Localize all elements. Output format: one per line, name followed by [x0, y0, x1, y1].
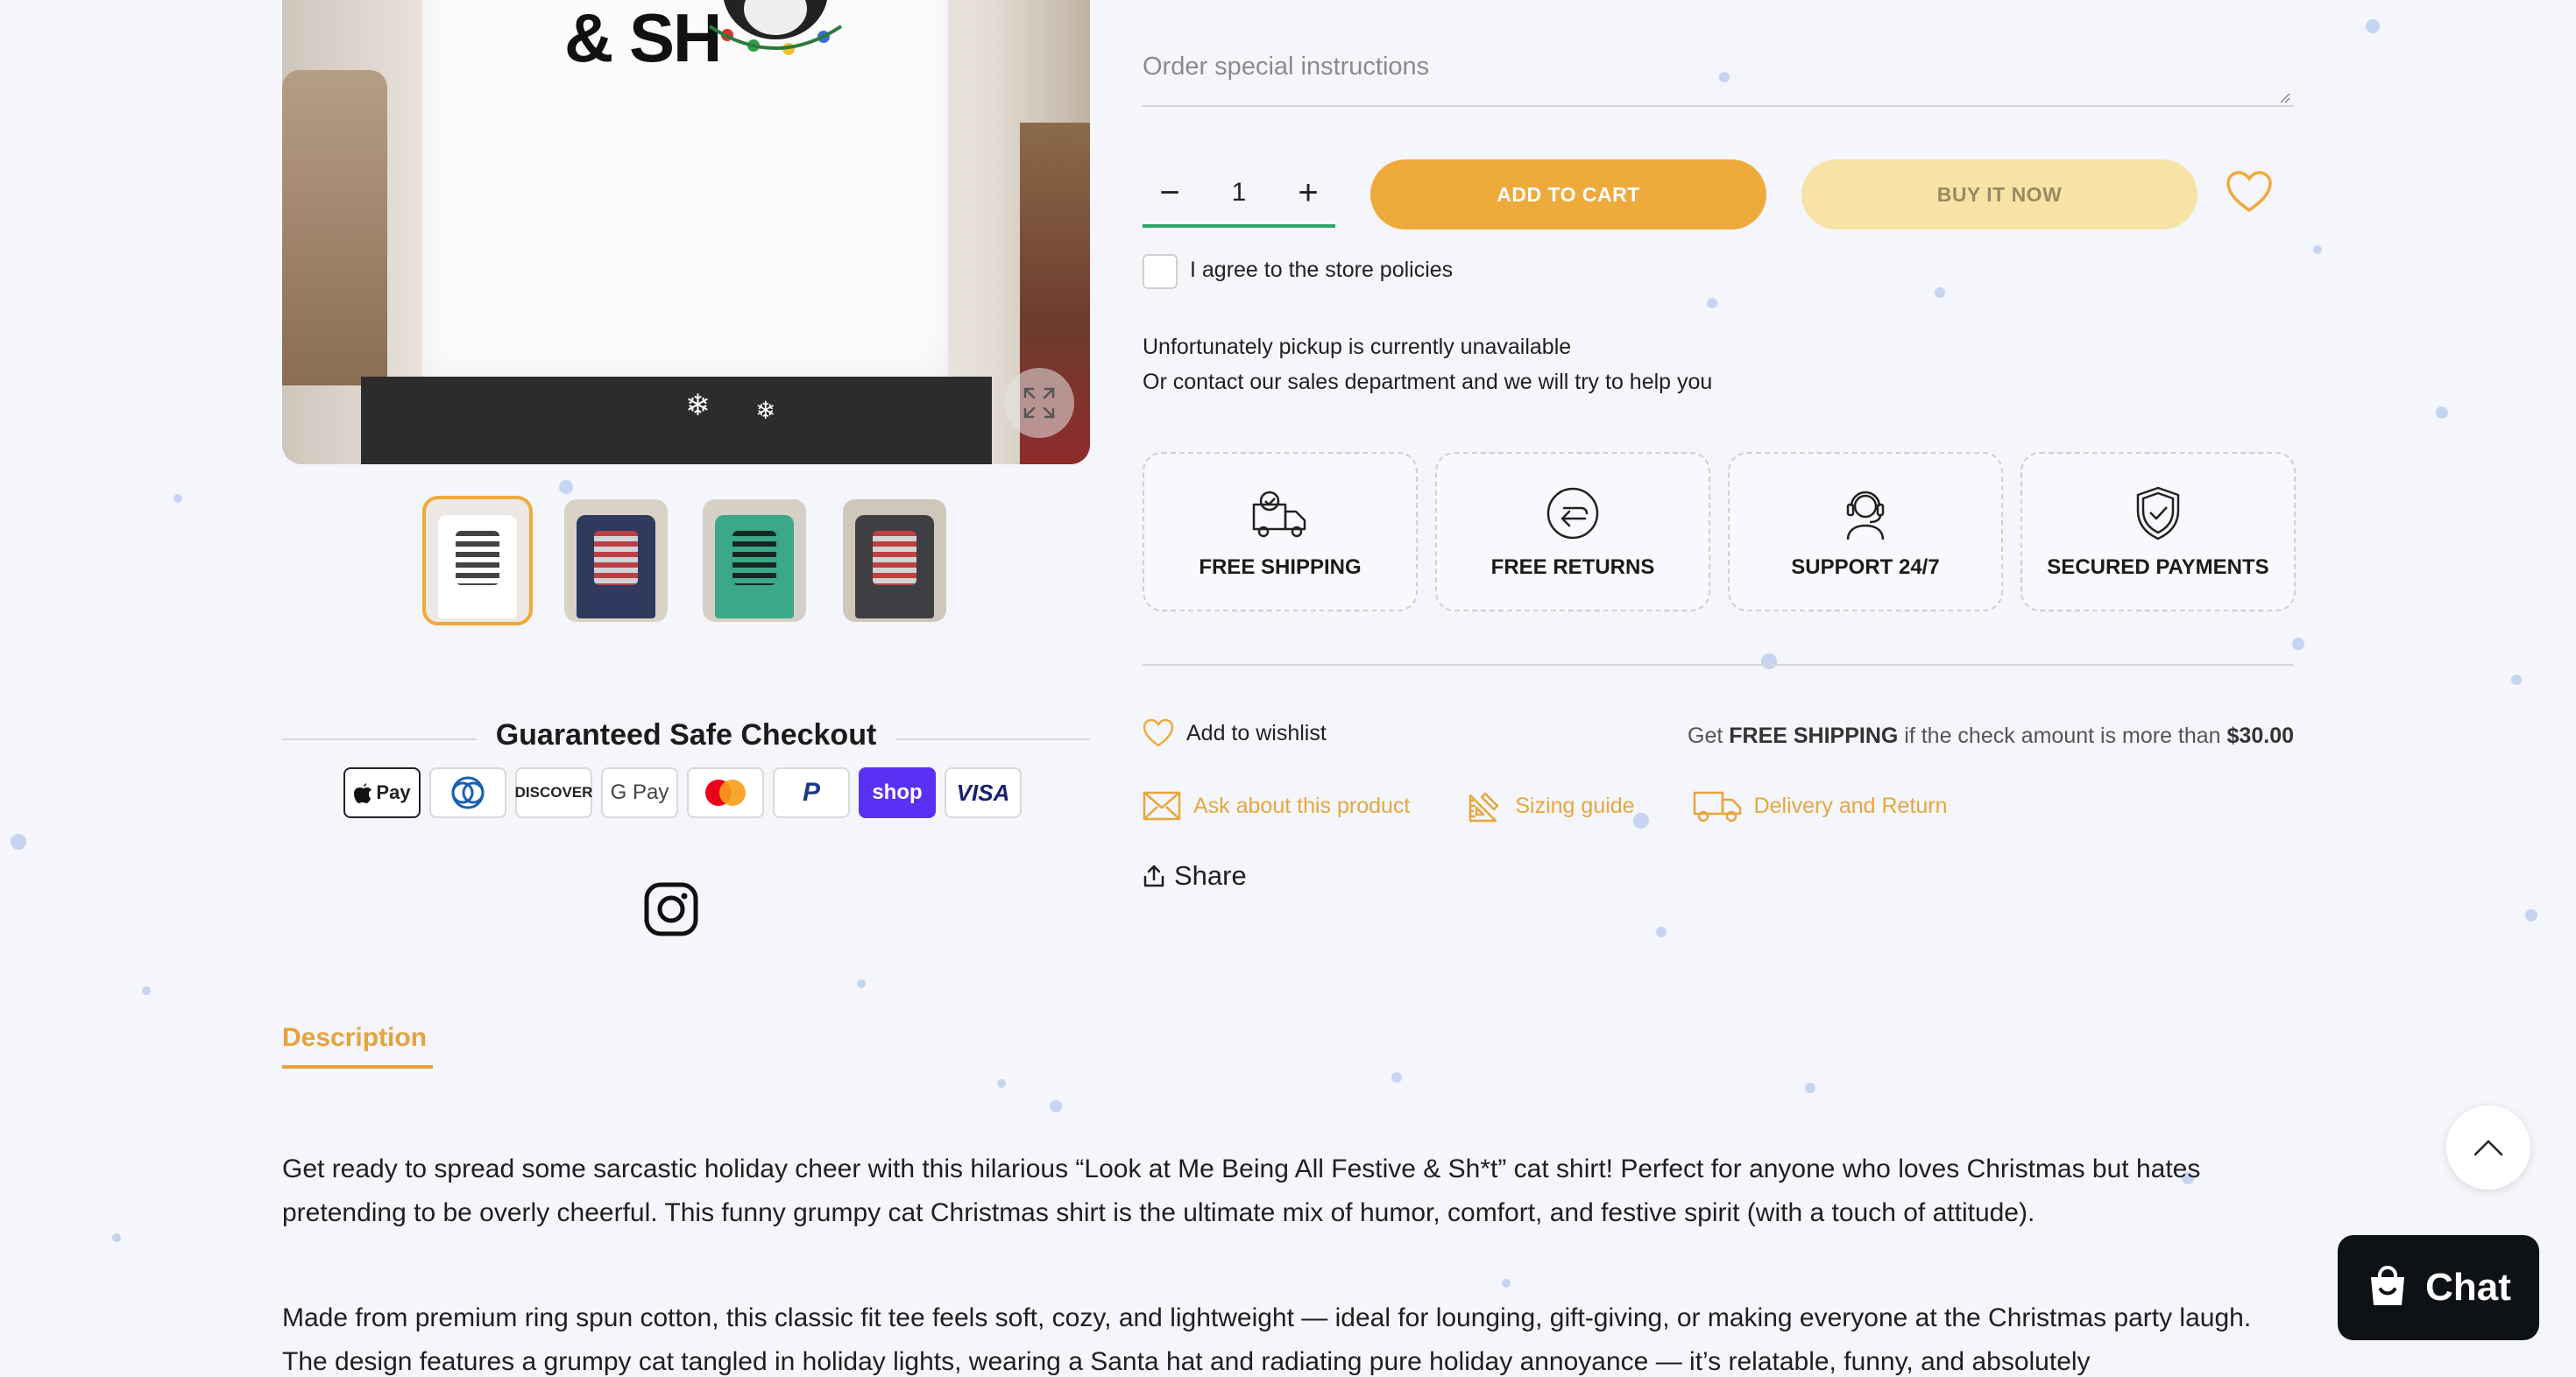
thumbnail-green[interactable]: [703, 499, 806, 622]
product-main-image[interactable]: & SH ❄ ❄: [282, 0, 1090, 464]
visa-icon: VISA: [945, 767, 1022, 818]
free-shipping-notice: Get FREE SHIPPING if the check amount is…: [1688, 724, 2294, 748]
envelope-icon: [1143, 791, 1181, 821]
instagram-icon[interactable]: [643, 881, 699, 937]
thumbnail-charcoal[interactable]: [843, 499, 946, 622]
payment-methods: Pay DISCOVER G Pay P shop VISA: [343, 767, 1022, 818]
zoom-button[interactable]: [1004, 368, 1074, 438]
shield-icon: [2136, 486, 2180, 540]
svg-text:❄: ❄: [755, 396, 775, 425]
order-instructions-field[interactable]: Order special instructions: [1143, 53, 2294, 107]
apple-pay-icon: Pay: [343, 767, 421, 818]
pickup-status: Unfortunately pickup is currently unavai…: [1143, 335, 1572, 359]
cat-lights-graphic: [708, 0, 843, 55]
ruler-icon: [1469, 792, 1499, 823]
description-paragraph-2: Made from premium ring spun cotton, this…: [282, 1303, 2252, 1376]
ask-about-product-link[interactable]: Ask about this product: [1143, 791, 1410, 821]
description-paragraph-1: Get ready to spread some sarcastic holid…: [282, 1155, 2201, 1227]
discover-icon: DISCOVER: [515, 767, 592, 818]
heart-icon: [1143, 718, 1174, 747]
feature-support: SUPPORT 24/7: [1728, 452, 2003, 611]
sizing-guide-link[interactable]: Sizing guide: [1468, 788, 1635, 823]
chat-button[interactable]: Chat: [2338, 1235, 2539, 1340]
product-links: Ask about this product Sizing guide Deli…: [1143, 788, 2006, 823]
thumbnail-white[interactable]: [422, 496, 533, 625]
chevron-up-icon: [2473, 1140, 2503, 1156]
candle-decoration: [282, 70, 387, 385]
checkout-heading: Guaranteed Safe Checkout: [282, 718, 1090, 752]
feature-free-returns: FREE RETURNS: [1435, 452, 1710, 611]
paypal-icon: P: [773, 767, 850, 818]
diners-club-icon: [429, 767, 506, 818]
pickup-contact-note: Or contact our sales department and we w…: [1143, 370, 1713, 394]
shirt-print-text: & SH: [564, 0, 722, 76]
decrease-quantity-button[interactable]: −: [1155, 175, 1185, 210]
share-button[interactable]: Share: [1143, 860, 1247, 892]
scroll-to-top-button[interactable]: [2446, 1105, 2530, 1190]
svg-text:❄: ❄: [685, 388, 711, 423]
quantity-stepper: − 1 +: [1143, 161, 1335, 228]
mastercard-icon: [687, 767, 764, 818]
buy-it-now-button[interactable]: BUY IT NOW: [1801, 159, 2197, 230]
google-pay-icon: G Pay: [601, 767, 678, 818]
feature-secured-payments: SECURED PAYMENTS: [2020, 452, 2296, 611]
agree-checkbox[interactable]: [1143, 254, 1178, 289]
thumbnail-navy[interactable]: [564, 499, 668, 622]
resize-grip-icon[interactable]: [2276, 89, 2290, 103]
section-divider: [1143, 664, 2294, 666]
agree-label: I agree to the store policies: [1190, 258, 1454, 282]
delivery-truck-icon: [1693, 791, 1741, 823]
return-icon: [1546, 487, 1599, 540]
quantity-input[interactable]: 1: [1232, 178, 1247, 208]
support-icon: [1846, 491, 1885, 540]
shop-pay-icon: shop: [859, 767, 936, 818]
increase-quantity-button[interactable]: +: [1293, 175, 1323, 210]
add-to-wishlist-link[interactable]: Add to wishlist: [1143, 718, 1327, 748]
truck-icon: [1252, 491, 1306, 538]
add-to-cart-button[interactable]: ADD TO CART: [1370, 159, 1766, 230]
delivery-return-link[interactable]: Delivery and Return: [1693, 789, 1948, 823]
wishlist-heart-icon[interactable]: [2226, 170, 2273, 214]
expand-icon: [1023, 387, 1055, 419]
share-icon: [1143, 865, 1164, 887]
snowflake-pattern: ❄ ❄: [685, 388, 775, 425]
feature-free-shipping: FREE SHIPPING: [1143, 452, 1418, 611]
tab-description-underline: [282, 1065, 433, 1069]
chat-bag-icon: [2371, 1266, 2405, 1305]
tab-description[interactable]: Description: [282, 1023, 427, 1053]
